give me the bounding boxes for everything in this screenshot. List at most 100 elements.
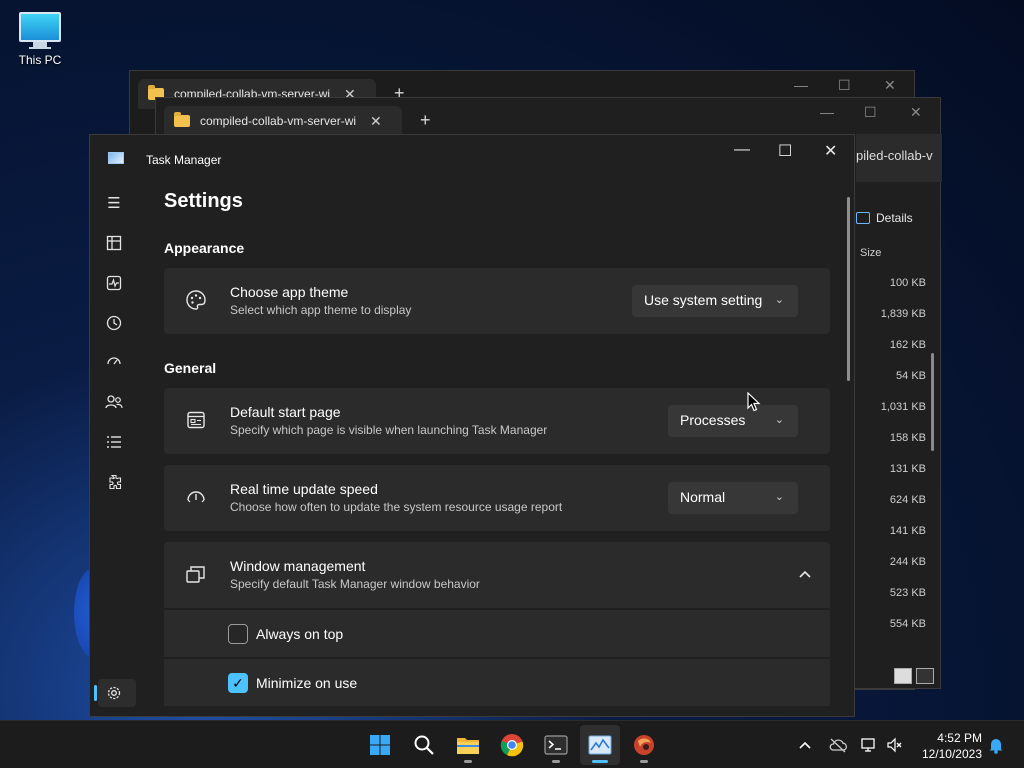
desktop-icon-this-pc[interactable]: This PC (12, 10, 68, 67)
palette-icon (184, 288, 208, 312)
minimize-button[interactable]: — (794, 77, 808, 93)
section-heading-appearance: Appearance (164, 240, 245, 256)
clock[interactable]: 4:52 PM 12/10/2023 (918, 730, 982, 762)
users-icon[interactable] (104, 392, 124, 412)
windows-start-icon[interactable] (360, 725, 400, 765)
file-size-cell: 100 KB (889, 277, 926, 289)
file-explorer-icon[interactable] (448, 725, 488, 765)
app-icon[interactable] (624, 725, 664, 765)
settings-icon[interactable] (104, 683, 124, 703)
checkbox-label: Always on top (256, 626, 344, 642)
chevron-down-icon: ⌄ (774, 294, 784, 306)
processes-icon[interactable] (104, 233, 124, 253)
nav-active-indicator (94, 685, 97, 701)
close-tab-icon[interactable]: ✕ (370, 113, 382, 130)
setting-title: Choose app theme (230, 284, 349, 300)
address-bar[interactable]: piled-collab-v (856, 134, 942, 182)
network-icon[interactable] (860, 721, 878, 768)
details-pane-icon (856, 212, 870, 224)
task-manager-window[interactable]: Task Manager — ☐ ✕ ☰ Settings Appearance… (89, 134, 855, 717)
file-size-cell: 158 KB (889, 432, 926, 444)
notification-bell-icon[interactable] (988, 721, 1004, 768)
file-size-cell: 244 KB (889, 556, 926, 568)
dropdown-value: Use system setting (644, 292, 763, 308)
details-label: Details (876, 211, 913, 225)
setting-subtitle: Specify default Task Manager window beha… (230, 577, 480, 591)
new-tab-button[interactable]: + (420, 110, 431, 131)
app-history-icon[interactable] (104, 313, 124, 333)
setting-card-theme: Choose app theme Select which app theme … (164, 268, 830, 334)
services-icon[interactable] (104, 472, 124, 492)
details-button[interactable]: Details (856, 198, 942, 238)
volume-muted-icon[interactable] (886, 721, 904, 768)
settings-page: Settings Appearance Choose app theme Sel… (164, 135, 854, 716)
scrollbar[interactable] (847, 197, 850, 381)
performance-icon[interactable] (104, 273, 124, 293)
desktop-icon-label: This PC (18, 53, 62, 67)
minimize-on-use-checkbox[interactable]: ✓ (228, 673, 248, 693)
start-page-dropdown[interactable]: Processes ⌄ (668, 405, 798, 437)
taskbar: 4:52 PM 12/10/2023 (0, 720, 1024, 768)
chevron-up-icon[interactable] (798, 566, 812, 582)
terminal-icon[interactable] (536, 725, 576, 765)
setting-card-update-speed: Real time update speed Choose how often … (164, 465, 830, 531)
size-column: Size 100 KB 1,839 KB 162 KB 54 KB 1,031 KB 15… (856, 238, 926, 640)
chevron-down-icon: ⌄ (774, 414, 784, 426)
theme-dropdown[interactable]: Use system setting ⌄ (632, 285, 798, 317)
setting-card-window-management[interactable]: Window management Specify default Task M… (164, 542, 830, 608)
dropdown-value: Processes (680, 412, 746, 428)
setting-subtitle: Choose how often to update the system re… (230, 500, 563, 514)
start-page-icon (184, 408, 208, 432)
file-size-cell: 1,031 KB (880, 401, 926, 413)
always-on-top-checkbox[interactable] (228, 624, 248, 644)
checkbox-label: Minimize on use (256, 675, 358, 691)
close-button[interactable]: ✕ (910, 104, 922, 121)
show-hidden-icons-button[interactable] (798, 721, 812, 768)
view-toggle (894, 668, 934, 684)
explorer-tab-label: compiled-collab-vm-server-wi (200, 114, 357, 128)
file-size-cell: 523 KB (889, 587, 926, 599)
this-pc-icon (19, 12, 61, 42)
tiles-view-button[interactable] (916, 668, 934, 684)
scrollbar[interactable] (931, 353, 934, 451)
file-size-cell: 624 KB (889, 494, 926, 506)
speedometer-icon (184, 485, 208, 509)
close-button[interactable]: ✕ (884, 77, 896, 94)
file-size-cell: 162 KB (889, 339, 926, 351)
window-management-icon (184, 562, 208, 586)
onedrive-offline-icon[interactable] (828, 721, 848, 768)
section-heading-general: General (164, 360, 217, 376)
page-title: Settings (164, 190, 243, 212)
details-icon[interactable] (104, 432, 124, 452)
search-icon[interactable] (404, 725, 444, 765)
task-manager-icon[interactable] (580, 725, 620, 765)
maximize-button[interactable]: ☐ (864, 104, 877, 121)
explorer-tab[interactable]: compiled-collab-vm-server-wi ✕ (164, 106, 402, 136)
clock-date: 12/10/2023 (921, 747, 982, 761)
option-minimize-on-use[interactable]: ✓ Minimize on use (164, 658, 830, 706)
maximize-button[interactable]: ☐ (838, 77, 851, 94)
file-size-cell: 141 KB (889, 525, 926, 537)
file-size-cell: 554 KB (889, 618, 926, 630)
setting-title: Default start page (230, 404, 341, 420)
size-header[interactable]: Size (856, 238, 926, 268)
file-size-cell: 54 KB (896, 370, 926, 382)
startup-apps-icon[interactable] (104, 352, 124, 372)
update-speed-dropdown[interactable]: Normal ⌄ (668, 482, 798, 514)
folder-icon (174, 112, 190, 127)
file-size-cell: 131 KB (889, 463, 926, 475)
dropdown-value: Normal (680, 489, 726, 505)
option-always-on-top[interactable]: Always on top (164, 609, 830, 657)
setting-subtitle: Specify which page is visible when launc… (230, 423, 548, 437)
chevron-down-icon: ⌄ (774, 491, 784, 503)
setting-title: Real time update speed (230, 481, 378, 497)
hamburger-icon[interactable]: ☰ (104, 193, 124, 213)
setting-title: Window management (230, 558, 366, 574)
setting-card-start-page: Default start page Specify which page is… (164, 388, 830, 454)
clock-time: 4:52 PM (937, 731, 982, 745)
chrome-icon[interactable] (492, 725, 532, 765)
minimize-button[interactable]: — (820, 104, 834, 120)
details-view-button[interactable] (894, 668, 912, 684)
setting-subtitle: Select which app theme to display (230, 303, 412, 317)
file-size-cell: 1,839 KB (880, 308, 926, 320)
